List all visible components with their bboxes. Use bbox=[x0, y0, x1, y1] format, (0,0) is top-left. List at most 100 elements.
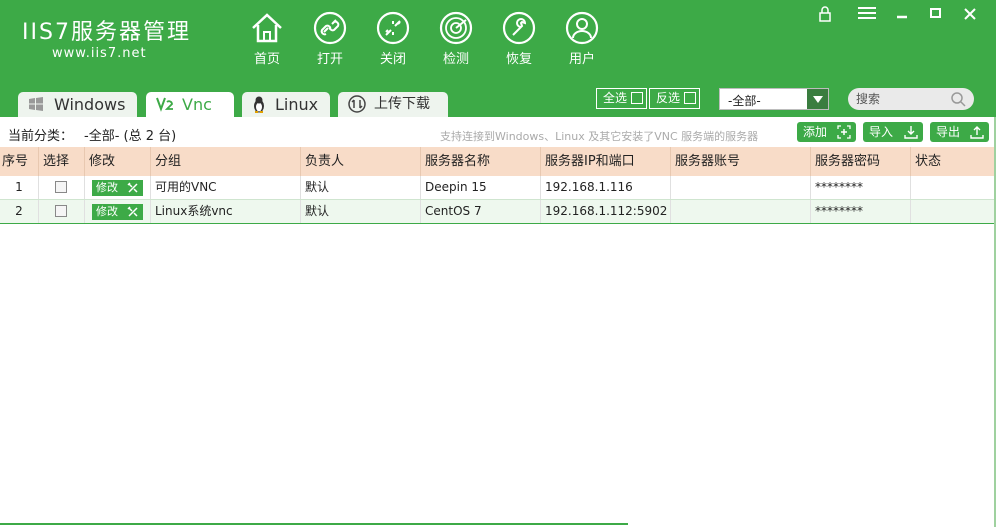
cell-server-ip: 192.168.1.116 bbox=[540, 176, 670, 199]
cell-status bbox=[910, 176, 996, 199]
export-label: 导出 bbox=[936, 125, 961, 139]
home-icon bbox=[252, 13, 282, 43]
nav-user-button[interactable]: 用户 bbox=[551, 10, 613, 67]
upload-icon bbox=[970, 126, 984, 139]
cell-edit: 修改 bbox=[84, 200, 150, 223]
nav-home-button[interactable]: 首页 bbox=[236, 10, 298, 67]
category-select[interactable]: -全部- bbox=[719, 88, 829, 110]
nav-restore-label: 恢复 bbox=[505, 52, 532, 67]
download-icon bbox=[904, 126, 918, 139]
tab-vnc-label: Vnc bbox=[182, 95, 212, 114]
nav-restore-button[interactable]: 恢复 bbox=[488, 10, 550, 67]
cell-select bbox=[38, 200, 84, 223]
table-row[interactable]: 2 修改 Linux系统vnc 默认 CentOS 7 192.168.1.11… bbox=[0, 200, 996, 224]
windows-icon bbox=[29, 97, 43, 111]
title-bar: IIS7服务器管理 www.iis7.net 首页 打开 关闭 检测 恢复 用户 bbox=[0, 0, 996, 80]
broken-link-icon bbox=[376, 11, 410, 45]
edit-button[interactable]: 修改 bbox=[92, 204, 143, 220]
col-server-password[interactable]: 服务器密码 bbox=[810, 147, 910, 176]
export-button[interactable]: 导出 bbox=[930, 122, 989, 142]
cell-server-name: CentOS 7 bbox=[420, 200, 540, 223]
maximize-icon[interactable] bbox=[930, 6, 952, 24]
linux-penguin-icon bbox=[254, 96, 264, 113]
lock-icon[interactable] bbox=[818, 6, 840, 24]
col-server-name[interactable]: 服务器名称 bbox=[420, 147, 540, 176]
nav-detect-label: 检测 bbox=[442, 52, 469, 67]
logo-url: www.iis7.net bbox=[52, 46, 147, 61]
tab-upload-download[interactable]: 上传下载 bbox=[338, 92, 448, 117]
category-select-value: -全部- bbox=[728, 94, 761, 108]
table-header: 序号 选择 修改 分组 负责人 服务器名称 服务器IP和端口 服务器账号 服务器… bbox=[0, 147, 996, 176]
col-select[interactable]: 选择 bbox=[38, 147, 84, 176]
col-edit[interactable]: 修改 bbox=[84, 147, 150, 176]
current-category-value: -全部- (总 2 台) bbox=[84, 129, 177, 144]
tab-upload-download-label: 上传下载 bbox=[374, 96, 430, 112]
cell-edit: 修改 bbox=[84, 176, 150, 199]
tab-bar: Windows Vnc Linux 上传下载 全选 反选 -全部- bbox=[0, 80, 996, 117]
cell-server-password: ******** bbox=[810, 200, 910, 223]
search-box bbox=[848, 88, 974, 110]
vnc-icon bbox=[156, 97, 173, 112]
tab-linux[interactable]: Linux bbox=[242, 92, 330, 117]
tools-icon bbox=[127, 206, 138, 217]
minimize-icon[interactable] bbox=[896, 6, 918, 24]
cell-server-ip: 192.168.1.112:5902 bbox=[540, 200, 670, 223]
chevron-down-icon[interactable] bbox=[807, 89, 828, 109]
nav-home-label: 首页 bbox=[253, 52, 280, 67]
checkbox-icon bbox=[631, 92, 643, 104]
cell-server-password: ******** bbox=[810, 176, 910, 199]
col-owner[interactable]: 负责人 bbox=[300, 147, 420, 176]
cell-index: 1 bbox=[15, 180, 23, 194]
tools-icon bbox=[127, 182, 138, 193]
cell-server-account bbox=[670, 200, 810, 223]
app-logo: IIS7服务器管理 www.iis7.net bbox=[22, 20, 191, 62]
invert-select-label: 反选 bbox=[656, 91, 681, 105]
link-icon bbox=[313, 11, 347, 45]
col-server-account[interactable]: 服务器账号 bbox=[670, 147, 810, 176]
horizontal-scrollbar[interactable] bbox=[0, 523, 628, 525]
menu-icon[interactable] bbox=[858, 6, 880, 24]
current-category-label: 当前分类： bbox=[8, 129, 74, 144]
wrench-icon bbox=[502, 11, 536, 45]
select-all-button[interactable]: 全选 bbox=[596, 88, 647, 109]
cell-owner: 默认 bbox=[300, 176, 420, 199]
tab-vnc[interactable]: Vnc bbox=[146, 92, 234, 117]
nav-open-label: 打开 bbox=[316, 52, 343, 67]
tab-windows-label: Windows bbox=[54, 95, 126, 114]
col-group[interactable]: 分组 bbox=[150, 147, 300, 176]
cell-owner: 默认 bbox=[300, 200, 420, 223]
nav-user-label: 用户 bbox=[568, 52, 595, 67]
support-note: 支持连接到Windows、Linux 及其它安装了VNC 服务端的服务器 bbox=[440, 130, 759, 143]
nav-close-button[interactable]: 关闭 bbox=[362, 10, 424, 67]
nav-open-button[interactable]: 打开 bbox=[299, 10, 361, 67]
logo-title: IIS7服务器管理 bbox=[22, 20, 191, 45]
tab-linux-label: Linux bbox=[275, 95, 319, 114]
row-checkbox[interactable] bbox=[55, 205, 67, 217]
add-icon bbox=[837, 125, 851, 139]
col-server-ip[interactable]: 服务器IP和端口 bbox=[540, 147, 670, 176]
cell-group: 可用的VNC bbox=[150, 176, 300, 199]
tab-windows[interactable]: Windows bbox=[18, 92, 137, 117]
cell-server-account bbox=[670, 176, 810, 199]
edit-button[interactable]: 修改 bbox=[92, 180, 143, 196]
table-row[interactable]: 1 修改 可用的VNC 默认 Deepin 15 192.168.1.116 *… bbox=[0, 176, 996, 200]
add-server-button[interactable]: 添加 bbox=[797, 122, 856, 142]
checkbox-icon bbox=[684, 92, 696, 104]
search-input[interactable] bbox=[856, 91, 946, 107]
radar-icon bbox=[439, 11, 473, 45]
cell-group: Linux系统vnc bbox=[150, 200, 300, 223]
cell-index: 2 bbox=[15, 204, 23, 218]
import-label: 导入 bbox=[869, 125, 894, 139]
col-status[interactable]: 状态 bbox=[910, 147, 996, 176]
edit-label: 修改 bbox=[96, 181, 118, 194]
col-index[interactable]: 序号 bbox=[0, 147, 38, 176]
row-checkbox[interactable] bbox=[55, 181, 67, 193]
cell-status bbox=[910, 200, 996, 223]
upload-download-icon bbox=[348, 95, 366, 113]
import-button[interactable]: 导入 bbox=[863, 122, 923, 142]
invert-select-button[interactable]: 反选 bbox=[649, 88, 700, 109]
user-icon bbox=[565, 11, 599, 45]
nav-detect-button[interactable]: 检测 bbox=[425, 10, 487, 67]
search-icon[interactable] bbox=[950, 91, 966, 107]
close-icon[interactable] bbox=[964, 6, 986, 24]
